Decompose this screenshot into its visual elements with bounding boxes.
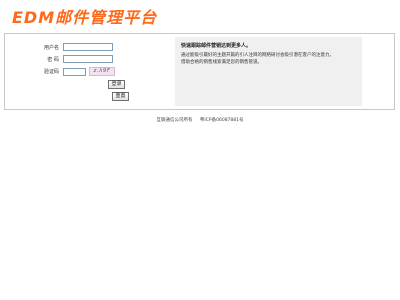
password-row: 密 码: [37, 55, 113, 63]
info-box: 快速跟踪邮件营销达到更多人。 通过能吸引最好的主题开篇的引人注目的网络研讨会吸引…: [175, 37, 362, 106]
info-line: 借助合格的销售线索满足您的销售管道。: [181, 60, 262, 65]
captcha-label: 验证码: [43, 69, 59, 75]
reset-button[interactable]: 重置: [112, 92, 129, 101]
captcha-input[interactable]: [63, 67, 86, 76]
username-label: 用户名: [43, 44, 59, 51]
footer: 互联通信公司所有 粤ICP备06087881号: [0, 117, 400, 123]
login-button[interactable]: 登录: [108, 80, 125, 89]
password-input[interactable]: [63, 55, 113, 63]
footer-icp[interactable]: 粤ICP备06087881号: [200, 118, 244, 123]
captcha-row: 验证码 z.λ9F: [37, 67, 115, 76]
app-logo: EDM邮件管理平台: [12, 8, 158, 27]
info-line: 通过能吸引最好的主题开篇的引人注目的网络研讨会吸引潜在客户的注意力。: [181, 53, 334, 58]
login-page: EDM邮件管理平台 用户名 密 码 验证码 z.λ9F 登录 重置 快速跟踪邮件…: [0, 0, 400, 300]
username-input[interactable]: [63, 43, 113, 51]
info-title: 快速跟踪邮件营销达到更多人。: [181, 43, 252, 49]
username-row: 用户名: [37, 43, 113, 51]
footer-copyright: 互联通信公司所有: [156, 118, 193, 123]
password-label: 密 码: [47, 56, 59, 63]
captcha-image[interactable]: z.λ9F: [89, 67, 115, 76]
login-panel: 用户名 密 码 验证码 z.λ9F 登录 重置 快速跟踪邮件营销达到更多人。 通…: [4, 33, 395, 110]
